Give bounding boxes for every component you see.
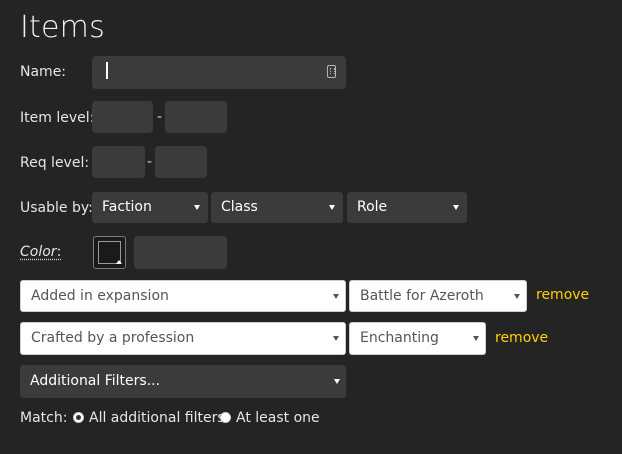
item-level-separator: - — [157, 109, 163, 125]
text-cursor — [106, 62, 108, 79]
faction-select-value: Faction — [102, 199, 152, 215]
req-level-max-input[interactable] — [155, 146, 207, 178]
chevron-down-icon — [333, 336, 339, 341]
faction-select[interactable]: Faction — [92, 192, 208, 223]
match-all-label[interactable]: All additional filters — [89, 410, 225, 426]
page-title: Items — [20, 10, 105, 45]
filter-criterion-value: Added in expansion — [31, 288, 169, 304]
role-select-value: Role — [357, 199, 388, 215]
filter-value-select[interactable]: Enchanting — [349, 322, 486, 355]
chevron-down-icon — [329, 205, 335, 210]
chevron-down-icon — [194, 205, 200, 210]
match-any-radio[interactable] — [220, 412, 231, 423]
item-level-label: Item level: — [20, 110, 95, 126]
color-picker-button[interactable] — [93, 236, 126, 269]
class-select[interactable]: Class — [211, 192, 343, 223]
chevron-down-icon — [334, 379, 340, 384]
match-any-label[interactable]: At least one — [236, 410, 320, 426]
name-label: Name: — [20, 64, 67, 80]
color-label: Color: — [20, 244, 61, 260]
color-label-text: Color — [20, 244, 57, 260]
filter-value-text: Battle for Azeroth — [360, 288, 484, 304]
req-level-label: Req level: — [20, 155, 90, 171]
match-label: Match: — [20, 410, 68, 426]
req-level-separator: - — [147, 154, 153, 170]
chevron-down-icon — [514, 294, 520, 299]
chevron-down-icon — [473, 336, 479, 341]
match-all-radio[interactable] — [73, 412, 84, 423]
class-select-value: Class — [221, 199, 258, 215]
color-input[interactable] — [134, 236, 227, 269]
filter-criterion-select[interactable]: Crafted by a profession — [20, 322, 346, 355]
color-label-colon: : — [56, 244, 62, 260]
filter-criterion-value: Crafted by a profession — [31, 330, 195, 346]
remove-filter-link[interactable]: remove — [495, 330, 548, 346]
remove-filter-link[interactable]: remove — [536, 287, 589, 303]
additional-filters-select[interactable]: Additional Filters... — [20, 365, 346, 398]
name-input[interactable] — [92, 56, 346, 89]
req-level-min-input[interactable] — [92, 146, 145, 178]
filter-criterion-select[interactable]: Added in expansion — [20, 280, 346, 312]
filter-value-text: Enchanting — [360, 330, 439, 346]
filter-value-select[interactable]: Battle for Azeroth — [349, 280, 527, 312]
keyboard-icon[interactable] — [327, 65, 336, 78]
usable-by-label: Usable by: — [20, 200, 93, 216]
item-level-min-input[interactable] — [92, 101, 153, 133]
role-select[interactable]: Role — [347, 192, 467, 223]
chevron-down-icon — [453, 205, 459, 210]
additional-filters-value: Additional Filters... — [30, 373, 161, 389]
item-level-max-input[interactable] — [165, 101, 227, 133]
chevron-down-icon — [333, 294, 339, 299]
triangle-up-icon — [116, 260, 122, 264]
